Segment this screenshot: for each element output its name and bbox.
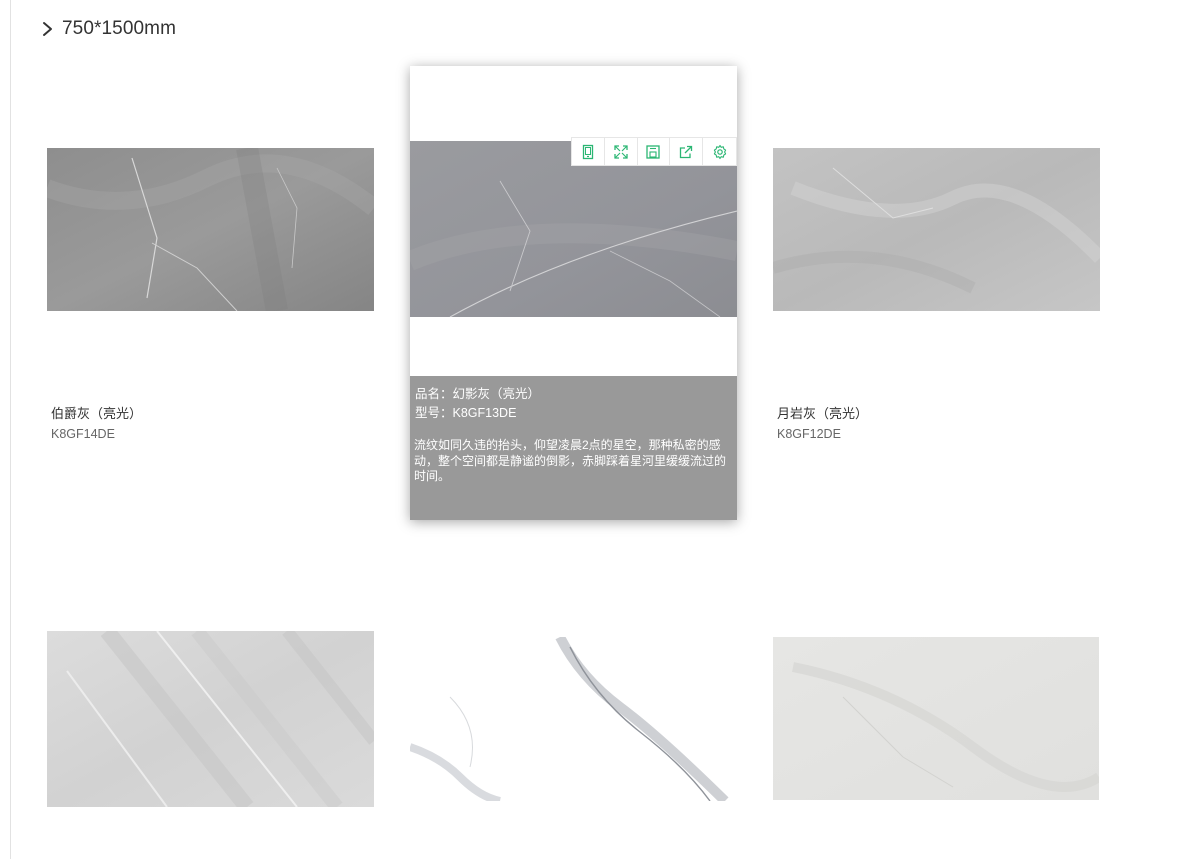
section-title: 750*1500mm xyxy=(62,18,177,39)
product-code-line: 型号：K8GF13DE xyxy=(415,406,517,420)
product-image-row2-2[interactable] xyxy=(410,637,737,801)
product-name[interactable]: 伯爵灰（亮光） xyxy=(51,403,142,422)
product-name-line: 品名：幻影灰（亮光） xyxy=(415,387,541,401)
product-card-hovered[interactable]: 品名：幻影灰（亮光） 型号：K8GF13DE 流纹如同久违的抬头，仰望凌晨2点的… xyxy=(410,66,737,520)
fullscreen-icon xyxy=(614,144,628,159)
product-image-k8gf14de[interactable] xyxy=(47,148,374,311)
save-icon xyxy=(646,144,661,159)
settings-icon xyxy=(713,144,726,159)
product-image-k8gf13de[interactable] xyxy=(410,141,737,317)
share-button[interactable] xyxy=(670,138,704,165)
left-divider xyxy=(10,0,11,859)
tablet-button[interactable] xyxy=(572,138,605,165)
product-description: 流纹如同久违的抬头，仰望凌晨2点的星空，那种私密的感动，整个空间都是静谧的倒影，… xyxy=(414,438,727,483)
tablet-icon xyxy=(582,144,594,159)
product-info-panel: 品名：幻影灰（亮光） 型号：K8GF13DE 流纹如同久违的抬头，仰望凌晨2点的… xyxy=(410,376,737,520)
product-code: K8GF14DE xyxy=(51,427,115,441)
chevron-right-icon xyxy=(43,22,52,36)
section-header[interactable]: 750*1500mm xyxy=(40,16,176,42)
settings-button[interactable] xyxy=(703,138,736,165)
share-icon xyxy=(680,145,693,158)
product-image-row2-1[interactable] xyxy=(47,631,374,807)
save-button[interactable] xyxy=(638,138,671,165)
product-image-row2-3[interactable] xyxy=(773,637,1099,800)
product-image-k8gf12de[interactable] xyxy=(773,148,1100,311)
fullscreen-button[interactable] xyxy=(605,138,638,165)
product-code: K8GF12DE xyxy=(777,427,841,441)
product-name[interactable]: 月岩灰（亮光） xyxy=(777,403,868,422)
image-toolbar xyxy=(571,137,737,166)
